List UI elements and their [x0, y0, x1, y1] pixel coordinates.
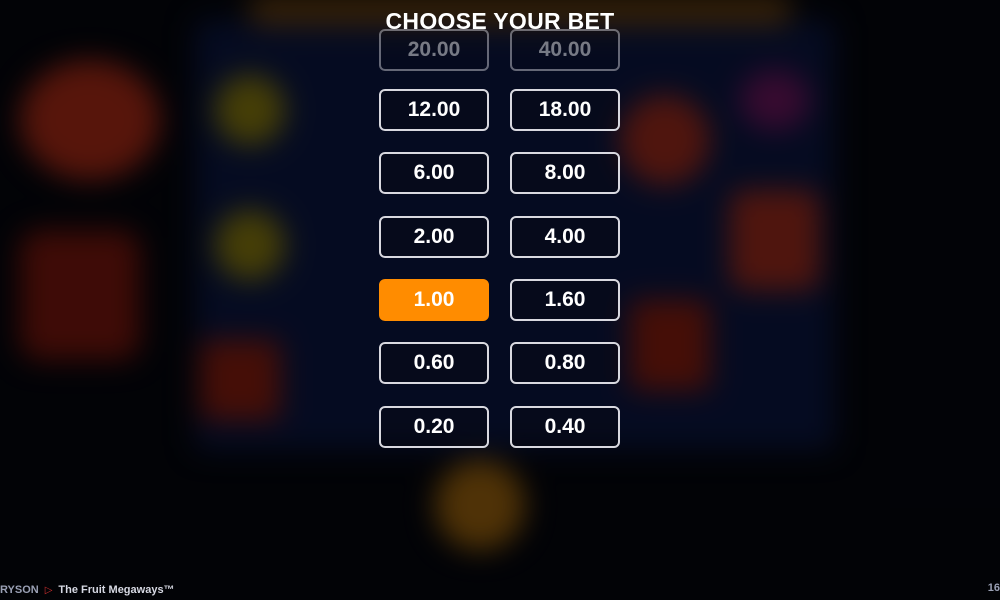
footer-brand: RYSON ▷ The Fruit Megaways™	[0, 582, 175, 598]
game-name: The Fruit Megaways™	[58, 584, 175, 596]
bet-option-8[interactable]: 8.00	[510, 152, 620, 194]
provider-mark-icon: ▷	[44, 584, 53, 596]
bet-option-6[interactable]: 6.00	[379, 152, 489, 194]
bet-option-12[interactable]: 12.00	[379, 89, 489, 131]
bet-option-20[interactable]: 20.00	[379, 29, 489, 71]
bet-option-0-60[interactable]: 0.60	[379, 342, 489, 384]
bet-option-4[interactable]: 4.00	[510, 216, 620, 258]
bet-option-0-40[interactable]: 0.40	[510, 406, 620, 448]
bet-option-1-60[interactable]: 1.60	[510, 279, 620, 321]
provider-logo: RYSON	[0, 584, 39, 596]
bet-option-1[interactable]: 1.00	[379, 279, 489, 321]
bet-option-40[interactable]: 40.00	[510, 29, 620, 71]
bet-option-0-80[interactable]: 0.80	[510, 342, 620, 384]
footer-corner-text: 16	[987, 582, 1000, 594]
bet-options-grid: 20.00 40.00 12.00 18.00 6.00 8.00 2.00 4…	[0, 0, 1000, 600]
bet-option-18[interactable]: 18.00	[510, 89, 620, 131]
bet-option-0-20[interactable]: 0.20	[379, 406, 489, 448]
bet-option-2[interactable]: 2.00	[379, 216, 489, 258]
